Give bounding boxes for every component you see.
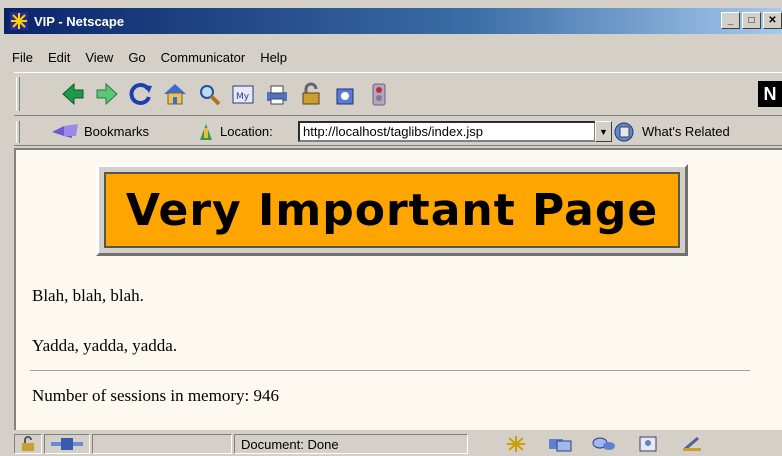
menu-view[interactable]: View (85, 50, 113, 65)
minimize-button[interactable]: _ (721, 12, 740, 29)
location-label: Location: (220, 124, 273, 139)
netscape-app-icon (10, 12, 28, 30)
menu-go[interactable]: Go (128, 50, 145, 65)
mail-icon[interactable] (538, 433, 582, 455)
progress-panel (92, 434, 232, 454)
window-title: VIP - Netscape (34, 13, 125, 29)
horizontal-rule (30, 370, 750, 372)
browser-window: VIP - Netscape _ □ ✕ File Edit View Go C… (0, 0, 782, 456)
back-icon[interactable] (56, 79, 90, 109)
status-text: Document: Done (234, 434, 468, 454)
location-toolbar: Bookmarks Location: http://localhost/tag… (14, 118, 782, 146)
reload-icon[interactable] (124, 79, 158, 109)
search-icon[interactable] (192, 79, 226, 109)
banner-heading: Very Important Page (125, 184, 659, 236)
paragraph-2: Yadda, yadda, yadda. (32, 336, 178, 355)
banner: Very Important Page (104, 172, 680, 248)
maximize-button[interactable]: □ (742, 12, 761, 29)
location-label-group: Location: (196, 122, 273, 142)
page-content: Very Important Page Blah, blah, blah. Ya… (14, 148, 782, 430)
title-bar[interactable]: VIP - Netscape _ □ ✕ (4, 8, 782, 34)
whats-related-icon (614, 122, 634, 141)
close-button[interactable]: ✕ (763, 12, 782, 29)
menu-communicator[interactable]: Communicator (161, 50, 246, 65)
stop-icon[interactable] (362, 79, 396, 109)
toolbar-grip[interactable] (16, 77, 20, 111)
menu-bar: File Edit View Go Communicator Help (4, 46, 782, 68)
my-netscape-icon[interactable]: My (226, 79, 260, 109)
security-icon[interactable] (294, 79, 328, 109)
paragraph-1: Blah, blah, blah. (32, 286, 144, 305)
navigator-icon[interactable] (494, 433, 538, 455)
bookmarks-icon (52, 123, 78, 138)
whats-related-label: What's Related (642, 124, 730, 139)
location-icon (200, 123, 212, 140)
shop-icon[interactable] (328, 79, 362, 109)
address-book-icon[interactable] (626, 433, 670, 455)
whats-related-button[interactable]: What's Related (612, 121, 730, 143)
connection-status-icon (44, 434, 90, 454)
svg-text:My: My (236, 92, 250, 102)
bookmarks-label: Bookmarks (84, 124, 150, 139)
component-bar (494, 433, 714, 455)
toolbar-grip[interactable] (16, 121, 20, 143)
url-dropdown-button[interactable]: ▼ (595, 121, 612, 142)
composer-icon[interactable] (670, 433, 714, 455)
menu-file[interactable]: File (12, 50, 33, 65)
security-status-icon[interactable] (14, 434, 42, 454)
url-input[interactable]: http://localhost/taglibs/index.jsp (298, 121, 596, 142)
forward-icon[interactable] (90, 79, 124, 109)
navigation-toolbar: My N (14, 72, 782, 116)
sessions-count-text: Number of sessions in memory: 946 (32, 386, 279, 405)
banner-frame: Very Important Page (96, 164, 688, 256)
netscape-logo-icon[interactable]: N (758, 81, 782, 107)
bookmarks-button[interactable]: Bookmarks (50, 122, 149, 142)
menu-help[interactable]: Help (260, 50, 287, 65)
home-icon[interactable] (158, 79, 192, 109)
discussions-icon[interactable] (582, 433, 626, 455)
status-bar: Document: Done (14, 432, 782, 456)
print-icon[interactable] (260, 79, 294, 109)
menu-edit[interactable]: Edit (48, 50, 70, 65)
